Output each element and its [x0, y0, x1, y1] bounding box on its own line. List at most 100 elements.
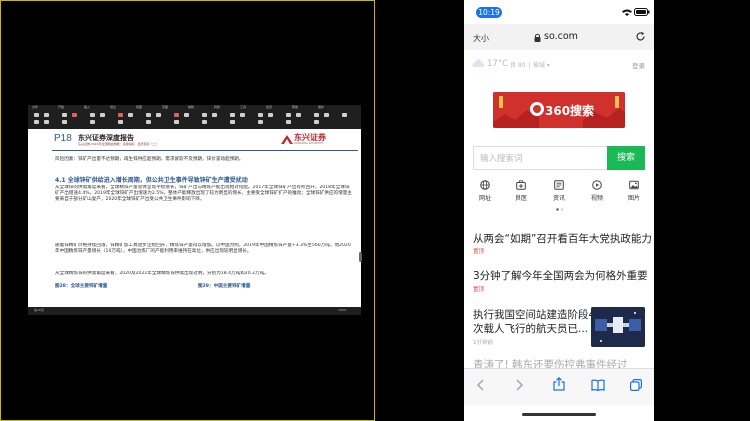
toolbar-tab-member[interactable]: 会员	[266, 106, 272, 109]
wifi-icon	[622, 9, 632, 16]
toolbar-icon[interactable]	[72, 113, 77, 117]
quicknav-label: 图片	[627, 195, 640, 202]
toolbar-icon[interactable]	[118, 113, 123, 117]
image-icon	[629, 180, 639, 190]
toolbar-icon[interactable]	[62, 120, 67, 124]
toolbar-tab-view[interactable]: 视图	[136, 106, 142, 109]
figure-caption: 图29：中国主要锌矿增量	[198, 284, 251, 289]
toolbar-icon[interactable]	[258, 113, 263, 117]
toolbar-icon[interactable]	[240, 113, 245, 117]
toolbar-icon[interactable]	[174, 120, 179, 124]
news-icon	[554, 180, 564, 190]
toolbar-icon[interactable]	[146, 113, 151, 117]
360-search-banner[interactable]: 360搜索	[493, 92, 625, 128]
toolbar-tab-home[interactable]: 开始	[58, 106, 64, 109]
toolbar-icon[interactable]	[118, 120, 123, 124]
toolbar-icon[interactable]	[230, 120, 235, 124]
toolbar-icon[interactable]	[202, 113, 207, 117]
space-station-image-icon	[591, 307, 645, 347]
toolbar-icon[interactable]	[314, 120, 319, 124]
forward-icon[interactable]	[514, 379, 524, 391]
toolbar-icon[interactable]	[286, 113, 291, 117]
body-paragraph: 从全球锌的供需角度来看，全球精锌产量总体呈现平稳增长，锌矿产出与精炼产能出现相对…	[55, 185, 352, 203]
toolbar-tab-protect[interactable]: 保护	[318, 106, 324, 109]
toolbar-icon[interactable]	[90, 113, 95, 117]
figure-caption: 图28：全球主要锌矿增量	[55, 284, 108, 289]
status-time: 10:19	[476, 7, 502, 18]
bookmarks-icon[interactable]	[591, 379, 605, 391]
toolbar-tab-edit[interactable]: 编辑	[188, 106, 194, 109]
toolbar-icon[interactable]	[146, 120, 151, 124]
toolbar-icon[interactable]	[156, 113, 161, 117]
news-title[interactable]: 从两会“如期”召开看百年大党执政能力	[473, 231, 652, 246]
toolbar-icon[interactable]	[286, 120, 291, 124]
toolbar-tab-tools[interactable]: 工具	[240, 106, 246, 109]
login-link[interactable]: 登录	[632, 60, 645, 70]
lock-icon	[534, 33, 541, 42]
toolbar-icon[interactable]	[296, 113, 301, 117]
medical-kit-icon	[516, 180, 526, 190]
toolbar-icon[interactable]	[212, 113, 217, 117]
news-title-line2[interactable]: 次载人飞行的航天员已...	[473, 321, 588, 336]
toolbar-icon[interactable]	[34, 113, 39, 117]
banner-text: 360搜索	[545, 104, 595, 118]
toolbar-tab-help[interactable]: 帮助	[292, 106, 298, 109]
toolbar-icon[interactable]	[314, 113, 319, 117]
share-icon[interactable]	[553, 377, 565, 391]
reload-icon[interactable]	[635, 31, 646, 42]
split-view-handle[interactable]	[359, 252, 362, 262]
quicknav-item-image[interactable]: 图片	[615, 180, 653, 202]
back-icon[interactable]	[476, 379, 486, 391]
toolbar-icon[interactable]	[324, 113, 329, 117]
logo-subtext: DONGXING SECURITIES	[294, 142, 324, 145]
report-header: P18 东兴证券深度报告 东兴证券 2021年全国两会前瞻：关键指标、经济目标（…	[28, 129, 361, 149]
toolbar-icon[interactable]	[202, 120, 207, 124]
text-size-button[interactable]: 大小	[473, 33, 489, 44]
carousel-dots-icon	[556, 208, 564, 211]
toolbar-icon[interactable]	[174, 113, 179, 117]
news-time: 1分钟前	[473, 340, 493, 346]
weather-temperature[interactable]: 17°C	[487, 59, 508, 69]
toolbar-icon[interactable]	[44, 120, 49, 124]
browser-toolbar	[464, 368, 654, 405]
toolbar-icon[interactable]	[184, 113, 189, 117]
quicknav-label: 良医	[514, 195, 527, 202]
search-input[interactable]: 输入搜索词	[473, 146, 607, 170]
toolbar-tab-comment[interactable]: 批注	[110, 106, 116, 109]
toolbar-icon[interactable]	[258, 120, 263, 124]
body-paragraph: 随着锌精矿价格持续回落，锌精矿加工费逐步企稳回升，精炼锌产量得以增加。以中国为例…	[55, 243, 351, 255]
toolbar-tab-convert[interactable]: 转换	[214, 106, 220, 109]
toolbar-icon[interactable]	[44, 113, 49, 117]
url-text[interactable]: so.com	[544, 31, 578, 42]
toolbar-icon[interactable]	[342, 113, 347, 117]
news-title-line1[interactable]: 执行我国空间站建造阶段4	[473, 307, 595, 322]
toolbar-icon[interactable]	[128, 113, 133, 117]
search-button[interactable]: 搜索	[607, 146, 645, 170]
home-indicator[interactable]	[522, 413, 596, 416]
quicknav-item-doctor[interactable]: 良医	[502, 180, 540, 202]
pinned-tag: 置顶	[473, 249, 485, 255]
air-quality-location[interactable]: 良 80 │ 榆城 ▾	[510, 60, 550, 69]
toolbar-tab-file[interactable]: 文件	[32, 106, 38, 109]
toolbar-icon[interactable]	[100, 113, 105, 117]
toolbar-tab-page[interactable]: 页面	[162, 106, 168, 109]
toolbar-icon[interactable]	[90, 120, 95, 124]
body-paragraph: 从全球精炼锌的供需角度来看，2020及2021年全球精炼锌供需出现过剩，分别为1…	[55, 271, 269, 276]
phone-browser: 10:19 大小 so.com 17°C 良 80 │ 榆城 ▾ 登录 360搜…	[464, 0, 654, 421]
document-viewer-window[interactable]: 文件 开始 插入 批注 视图 页面 编辑 转换 工具 会员 帮助 保护 P18 …	[28, 105, 361, 315]
status-zoom[interactable]: 100%	[338, 308, 347, 312]
toolbar-icon[interactable]	[230, 113, 235, 117]
quicknav-item-web[interactable]: 网址	[466, 180, 504, 202]
quicknav-label: 视频	[590, 195, 603, 202]
address-bar[interactable]: 大小 so.com	[464, 24, 654, 50]
tabs-icon[interactable]	[630, 379, 642, 391]
quicknav-item-news[interactable]: 资讯	[540, 180, 578, 202]
toolbar-icon[interactable]	[62, 113, 67, 117]
toolbar-icon[interactable]	[34, 120, 39, 124]
toolbar-tab-insert[interactable]: 插入	[84, 106, 90, 109]
news-title[interactable]: 3分钟了解今年全国两会为何格外重要	[473, 268, 648, 283]
news-thumbnail[interactable]	[591, 307, 645, 347]
left-pane: 文件 开始 插入 批注 视图 页面 编辑 转换 工具 会员 帮助 保护 P18 …	[0, 0, 375, 421]
quicknav-item-video[interactable]: 视频	[578, 180, 616, 202]
toolbar-icon[interactable]	[268, 113, 273, 117]
